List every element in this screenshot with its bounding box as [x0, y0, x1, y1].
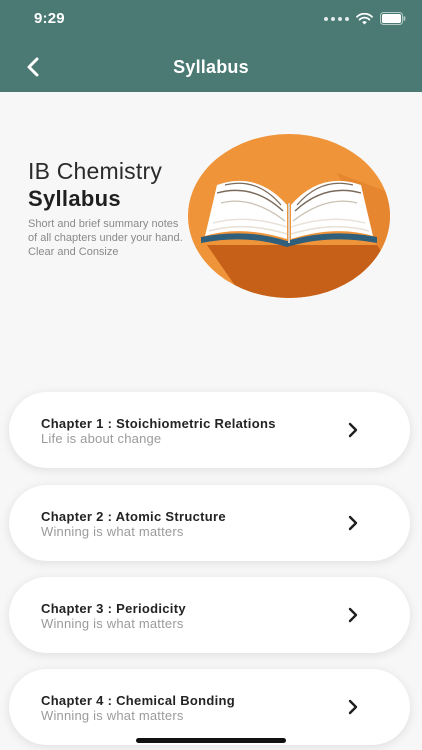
chapter-subtitle: Winning is what matters [41, 616, 184, 631]
status-time: 9:29 [34, 10, 65, 27]
chapter-card-1[interactable]: Chapter 1 : Stoichiometric Relations Lif… [9, 392, 410, 468]
chapter-title: Chapter 4 : Chemical Bonding [41, 693, 236, 708]
chapter-subtitle: Life is about change [41, 431, 162, 446]
home-indicator[interactable] [136, 738, 286, 743]
chapter-card-4[interactable]: Chapter 4 : Chemical Bonding Winning is … [9, 669, 410, 745]
chapter-subtitle: Winning is what matters [41, 708, 184, 723]
chapter-title: Chapter 1 : Stoichiometric Relations [41, 416, 276, 431]
chapter-subtitle: Winning is what matters [41, 524, 184, 539]
open-book-icon [188, 134, 390, 298]
chevron-right-icon [348, 515, 358, 531]
page-title: Syllabus [173, 57, 249, 77]
hero-title: IB Chemistry [28, 158, 163, 184]
status-icons [324, 12, 406, 25]
chevron-right-icon [348, 607, 358, 623]
chapter-title: Chapter 3 : Periodicity [41, 601, 186, 616]
battery-icon [380, 12, 406, 25]
wifi-icon [356, 12, 373, 24]
chapter-card-3[interactable]: Chapter 3 : Periodicity Winning is what … [9, 577, 410, 653]
app-header: 9:29 Syllabus [0, 0, 422, 92]
chevron-right-icon [348, 699, 358, 715]
chapter-card-2[interactable]: Chapter 2 : Atomic Structure Winning is … [9, 485, 410, 561]
hero-description: Short and brief summary notes of all cha… [28, 218, 183, 258]
cellular-signal-icon [324, 16, 349, 21]
chevron-right-icon [348, 422, 358, 438]
chapter-title: Chapter 2 : Atomic Structure [41, 509, 226, 524]
hero-subtitle: Syllabus [28, 186, 121, 211]
